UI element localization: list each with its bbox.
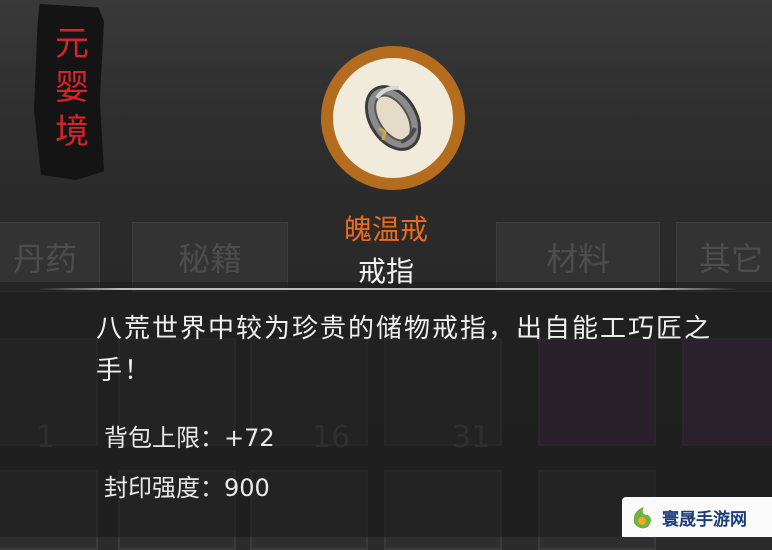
ring-icon [364,85,422,151]
stat-bag-capacity: 背包上限：+72 [104,418,275,453]
item-description: 八荒世界中较为珍贵的储物戒指，出自能工巧匠之手！ [96,314,713,386]
item-type: 戒指 [357,255,414,288]
stat-value: +72 [224,424,275,452]
item-icon-background [333,58,453,178]
realm-badge-label: 元婴境 [55,24,89,152]
watermark: 寰晟手游网 [622,497,772,537]
divider [38,288,738,290]
stat-label: 封印强度： [104,474,224,502]
stat-seal-strength: 封印强度：900 [104,468,270,503]
stat-label: 背包上限： [104,424,224,452]
watermark-logo-icon [633,507,651,529]
item-name: 魄温戒 [343,213,428,246]
watermark-text: 寰晟手游网 [662,509,747,530]
stat-value: 900 [224,474,270,502]
